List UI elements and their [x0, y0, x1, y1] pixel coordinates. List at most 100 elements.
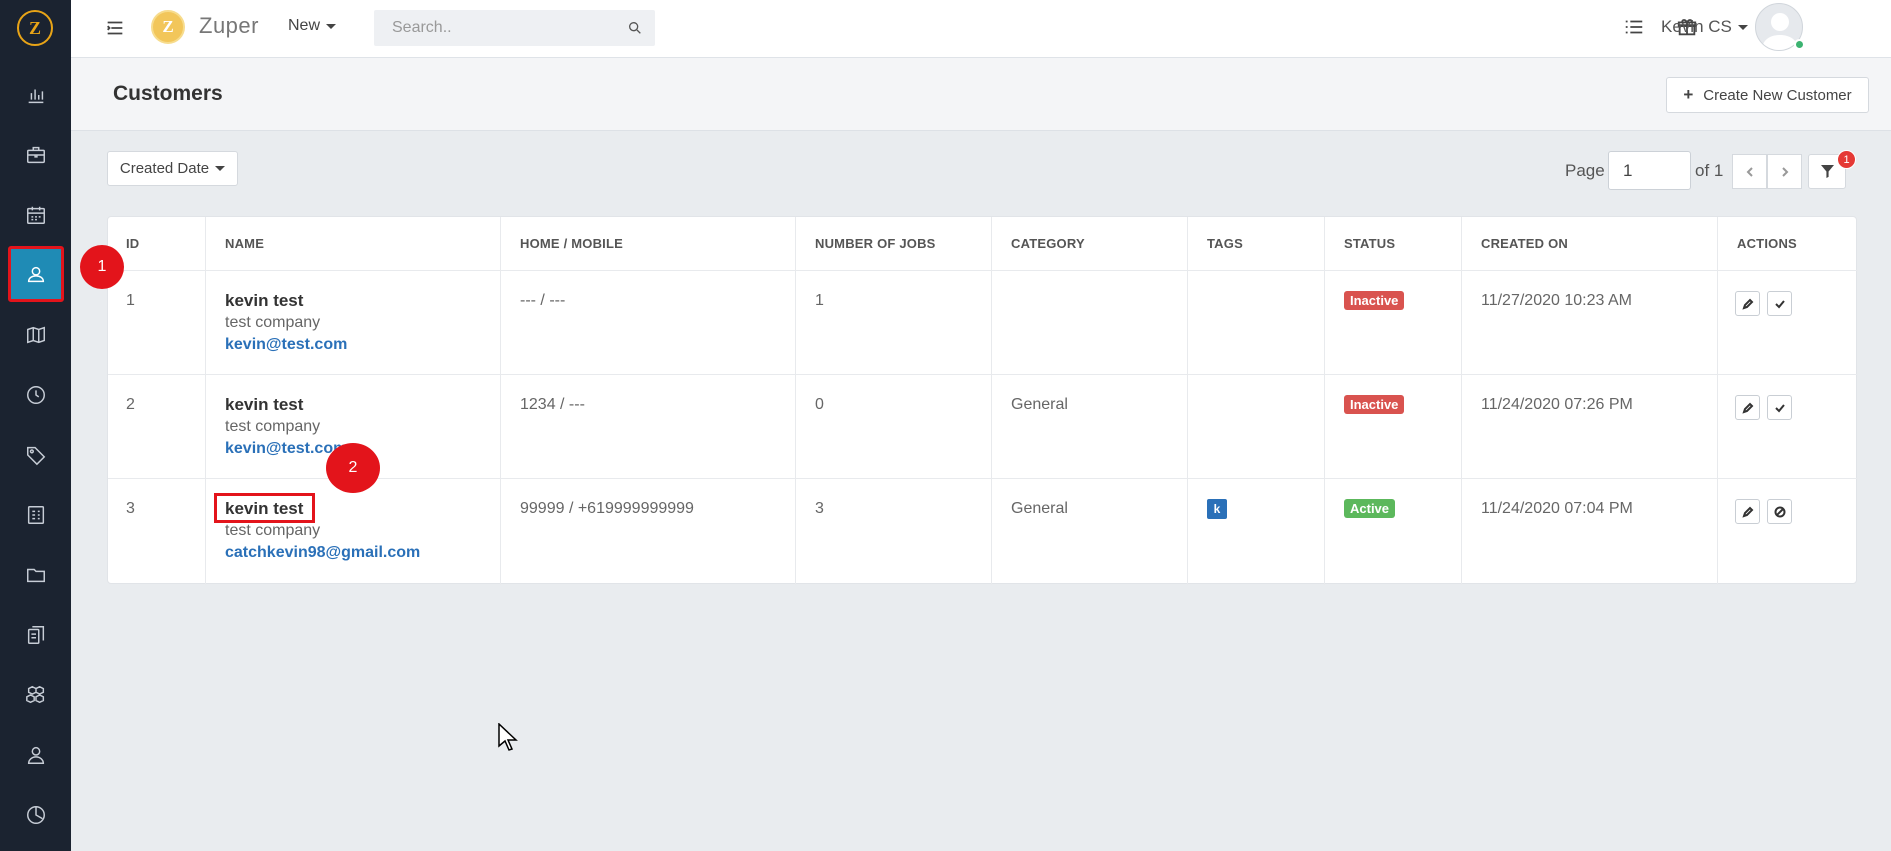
- invoice-icon[interactable]: [12, 491, 60, 539]
- column-divider: [500, 217, 501, 585]
- sidebar: Z: [0, 0, 71, 851]
- pencil-icon: [1741, 298, 1753, 310]
- search-bar: [374, 10, 655, 46]
- header-created-on[interactable]: CREATED ON: [1481, 236, 1568, 251]
- column-divider: [1461, 217, 1462, 585]
- header-tags[interactable]: TAGS: [1207, 236, 1243, 251]
- check-icon: [1774, 403, 1785, 412]
- dashboard-chart-icon[interactable]: [12, 71, 60, 119]
- header-category[interactable]: CATEGORY: [1011, 236, 1085, 251]
- edit-button[interactable]: [1735, 499, 1760, 524]
- brand-name[interactable]: Zuper: [199, 13, 259, 39]
- tag-badge[interactable]: k: [1207, 499, 1227, 519]
- user-menu-button[interactable]: Kevin CS: [1661, 17, 1748, 37]
- column-divider: [991, 217, 992, 585]
- menu-toggle-icon[interactable]: [104, 17, 126, 39]
- filter-icon: [1820, 165, 1834, 178]
- status-badge: Inactive: [1344, 291, 1405, 310]
- user-name-label: Kevin CS: [1661, 17, 1732, 36]
- header-actions: ACTIONS: [1737, 236, 1797, 251]
- ban-icon: [1774, 506, 1785, 517]
- cell-category: General: [1011, 500, 1068, 517]
- cell-id: 3: [126, 500, 135, 517]
- column-divider: [795, 217, 796, 585]
- header-name[interactable]: NAME: [225, 236, 264, 251]
- chevron-right-icon: [1781, 166, 1788, 177]
- customer-name-link[interactable]: kevin test: [225, 395, 303, 415]
- customer-email-link[interactable]: catchkevin98@gmail.com: [225, 544, 420, 562]
- column-divider: [1324, 217, 1325, 585]
- pencil-icon: [1741, 402, 1753, 414]
- mouse-cursor-icon: [498, 722, 518, 751]
- pagination-total: of 1: [1695, 161, 1724, 180]
- sort-label: Created Date: [119, 160, 210, 177]
- cell-created-on: 11/24/2020 07:04 PM: [1481, 500, 1633, 517]
- row-divider: [108, 374, 1858, 375]
- header-home-mobile[interactable]: HOME / MOBILE: [520, 236, 623, 251]
- chevron-left-icon: [1746, 166, 1753, 177]
- column-divider: [205, 217, 206, 585]
- create-new-customer-button[interactable]: + Create New Customer: [1666, 77, 1869, 113]
- column-divider: [1717, 217, 1718, 585]
- new-dropdown-label: New: [288, 17, 321, 34]
- activate-button[interactable]: [1767, 395, 1792, 420]
- reports-icon[interactable]: [12, 791, 60, 839]
- plus-icon: +: [1683, 85, 1694, 104]
- pencil-icon: [1741, 506, 1753, 518]
- online-status-indicator: [1794, 39, 1805, 50]
- cell-phone: --- / ---: [520, 292, 566, 309]
- documents-icon[interactable]: [12, 611, 60, 659]
- chevron-down-icon: [326, 23, 337, 29]
- calendar-icon[interactable]: [12, 191, 60, 239]
- cell-id: 2: [126, 396, 135, 413]
- page-header: Customers + Create New Customer: [71, 58, 1891, 131]
- briefcase-icon[interactable]: [12, 131, 60, 179]
- boxes-icon[interactable]: [12, 671, 60, 719]
- brand-logo-icon[interactable]: Z: [151, 10, 185, 44]
- cell-phone: 1234 / ---: [520, 396, 585, 413]
- customer-name-link[interactable]: kevin test: [225, 291, 303, 311]
- cell-created-on: 11/24/2020 07:26 PM: [1481, 396, 1633, 413]
- status-badge: Inactive: [1344, 395, 1405, 414]
- cell-id: 1: [126, 292, 135, 309]
- header-divider: [108, 270, 1858, 271]
- customers-icon[interactable]: [8, 246, 64, 302]
- list-view-icon[interactable]: [1623, 16, 1645, 38]
- customer-company: test company: [225, 314, 321, 331]
- page-number-input[interactable]: [1608, 151, 1691, 190]
- edit-button[interactable]: [1735, 395, 1760, 420]
- search-input[interactable]: [374, 19, 604, 37]
- folder-icon[interactable]: [12, 551, 60, 599]
- search-icon[interactable]: [627, 20, 643, 36]
- create-new-customer-label: Create New Customer: [1703, 86, 1852, 104]
- zuper-logo-icon[interactable]: Z: [17, 10, 53, 46]
- header-id[interactable]: ID: [126, 236, 139, 251]
- edit-button[interactable]: [1735, 291, 1760, 316]
- step-marker-1: 1: [80, 245, 124, 289]
- customers-table: ID NAME HOME / MOBILE NUMBER OF JOBS CAT…: [107, 216, 1858, 585]
- cell-category: General: [1011, 396, 1068, 413]
- user-icon[interactable]: [12, 731, 60, 779]
- pagination-label: Page: [1565, 161, 1605, 180]
- next-page-button[interactable]: [1767, 154, 1802, 189]
- new-dropdown-button[interactable]: New: [288, 17, 337, 35]
- customer-email-link[interactable]: kevin@test.com: [225, 336, 347, 354]
- cell-jobs: 3: [815, 500, 824, 517]
- page-title: Customers: [113, 82, 223, 105]
- top-navbar: Z Zuper New Kevin CS: [71, 0, 1891, 58]
- cell-phone: 99999 / +619999999999: [520, 500, 694, 517]
- column-divider: [1187, 217, 1188, 585]
- clock-icon[interactable]: [12, 371, 60, 419]
- header-status[interactable]: STATUS: [1344, 236, 1395, 251]
- deactivate-button[interactable]: [1767, 499, 1792, 524]
- check-icon: [1774, 299, 1785, 308]
- sort-dropdown-button[interactable]: Created Date: [107, 151, 238, 186]
- map-icon[interactable]: [12, 311, 60, 359]
- status-badge: Active: [1344, 499, 1396, 518]
- tag-icon[interactable]: [12, 431, 60, 479]
- activate-button[interactable]: [1767, 291, 1792, 316]
- header-number-of-jobs[interactable]: NUMBER OF JOBS: [815, 236, 936, 251]
- previous-page-button[interactable]: [1732, 154, 1767, 189]
- customer-company: test company: [225, 522, 321, 539]
- cell-created-on: 11/27/2020 10:23 AM: [1481, 292, 1632, 309]
